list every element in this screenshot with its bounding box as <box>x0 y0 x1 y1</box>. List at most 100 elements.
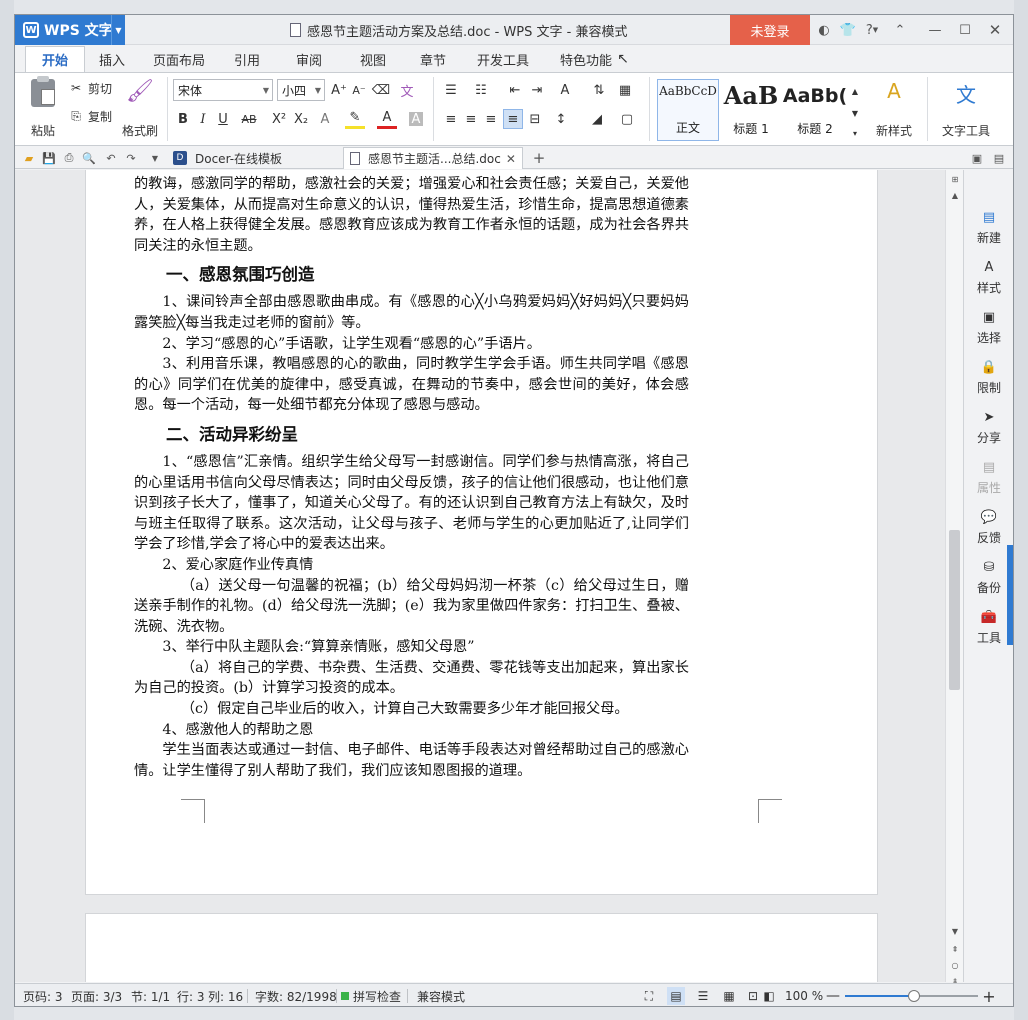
side-panel-expand-handle[interactable] <box>1007 545 1013 645</box>
text-tools-button[interactable]: 文 文字工具 <box>933 79 999 139</box>
web-view-icon[interactable]: ▦ <box>721 984 737 1006</box>
style-normal[interactable]: AaBbCcD 正文 <box>657 79 719 141</box>
close-tab-icon[interactable]: ✕ <box>506 152 516 166</box>
zoom-level[interactable]: 100 % <box>785 984 823 1006</box>
tab-switch-icon[interactable]: ▤ <box>991 150 1007 166</box>
redo-icon[interactable]: ↷ <box>123 150 139 166</box>
zoom-out-icon[interactable]: — <box>826 984 840 1006</box>
copy-button[interactable]: ⎘ 复制 <box>67 107 112 125</box>
print-preview-icon[interactable]: 🔍 <box>81 150 97 166</box>
eye-protect-icon[interactable]: ◧ <box>761 984 777 1006</box>
spell-check-toggle[interactable]: 拼写检查 <box>341 984 401 1006</box>
scroll-down-icon[interactable]: ▼ <box>946 924 964 938</box>
skin-icon[interactable]: ◐ <box>815 15 833 45</box>
ruler-toggle-icon[interactable]: ⊞ <box>946 172 964 186</box>
chevron-down-icon[interactable]: ▼ <box>111 15 125 45</box>
paste-button[interactable]: 粘贴 <box>23 76 63 139</box>
align-left-icon[interactable]: ≡ <box>441 109 461 129</box>
side-panel-item[interactable]: ➤ 分享 <box>964 402 1013 446</box>
shirt-icon[interactable]: 👕 <box>839 15 857 45</box>
login-button[interactable]: 未登录 <box>730 15 810 45</box>
status-row[interactable]: 行: 3 <box>177 984 205 1006</box>
new-style-button[interactable]: A 新样式 <box>867 79 921 139</box>
save-icon[interactable]: 💾 <box>41 150 57 166</box>
cut-button[interactable]: ✂ 剪切 <box>67 79 112 97</box>
font-color-icon[interactable]: A <box>377 109 397 129</box>
side-panel-item[interactable]: 🔒 限制 <box>964 352 1013 396</box>
maximize-icon[interactable]: ☐ <box>955 15 975 45</box>
side-panel-item[interactable]: ▤ 属性 <box>964 452 1013 496</box>
page-view-icon[interactable]: ▤ <box>667 987 685 1005</box>
grow-font-icon[interactable]: A⁺ <box>329 80 349 100</box>
strikethrough-icon[interactable]: AB <box>239 109 259 129</box>
superscript-icon[interactable]: X² <box>269 109 289 129</box>
tab-home[interactable]: 开始 <box>25 46 85 72</box>
align-center-icon[interactable]: ≡ <box>461 109 481 129</box>
tab-insert[interactable]: 插入 <box>87 46 137 72</box>
side-panel-item[interactable]: ▤ 新建 <box>964 202 1013 246</box>
scrollbar-thumb[interactable] <box>949 530 960 690</box>
tab-view[interactable]: 视图 <box>351 46 395 72</box>
minimize-icon[interactable]: — <box>925 15 945 45</box>
browse-object-icon[interactable]: ○ <box>946 958 964 972</box>
open-folder-icon[interactable]: ▰ <box>21 150 37 166</box>
wps-menu-button[interactable]: W WPS 文字 ▼ <box>15 15 125 45</box>
styles-scroll-down-icon[interactable]: ▼ <box>849 103 861 123</box>
document-workspace[interactable]: 的教诲，感激同学的帮助，感激社会的关爱；增强爱心和社会责任感；关爱自己，关爱他人… <box>15 170 963 982</box>
phonetic-icon[interactable]: 文 <box>397 80 417 100</box>
doc-tab-docer[interactable]: D Docer-在线模板 <box>167 147 288 169</box>
align-right-icon[interactable]: ≡ <box>481 109 501 129</box>
style-heading-2[interactable]: AaBb( 标题 2 <box>783 79 847 141</box>
bullets-icon[interactable]: ☰ <box>441 80 461 100</box>
subscript-icon[interactable]: X₂ <box>291 109 311 129</box>
text-effect-icon[interactable]: A <box>315 109 335 129</box>
print-icon[interactable]: ⎙ <box>61 150 77 166</box>
doc-tab-current[interactable]: 感恩节主题活...总结.doc ✕ <box>343 147 523 169</box>
tab-chapter[interactable]: 章节 <box>411 46 455 72</box>
font-name-select[interactable]: 宋体 ▼ <box>173 79 273 101</box>
reading-view-icon[interactable]: ⊡ <box>745 984 761 1006</box>
status-col[interactable]: 列: 16 <box>208 984 243 1006</box>
zoom-in-icon[interactable]: + <box>982 984 995 1006</box>
full-screen-icon[interactable]: ⛶ <box>641 984 657 1006</box>
tab-page-layout[interactable]: 页面布局 <box>147 46 211 72</box>
outline-view-icon[interactable]: ☰ <box>695 984 711 1006</box>
tab-features[interactable]: 特色功能 <box>549 46 623 72</box>
scroll-up-icon[interactable]: ▲ <box>946 188 964 202</box>
tab-developer[interactable]: 开发工具 <box>467 46 539 72</box>
undo-icon[interactable]: ↶ <box>103 150 119 166</box>
document-body[interactable]: 的教诲，感激同学的帮助，感激社会的关爱；增强爱心和社会责任感；关爱自己，关爱他人… <box>134 174 689 781</box>
highlight-icon[interactable]: ✎ <box>345 109 365 129</box>
side-panel-item[interactable]: ▣ 选择 <box>964 302 1013 346</box>
bold-icon[interactable]: B <box>173 109 193 129</box>
help-button[interactable]: ? ▼ <box>861 15 883 45</box>
prev-page-icon[interactable]: ⇞ <box>946 942 964 956</box>
status-page-code[interactable]: 页码: 3 <box>23 984 63 1006</box>
zoom-slider[interactable] <box>845 990 978 1002</box>
tab-references[interactable]: 引用 <box>225 46 269 72</box>
clear-format-icon[interactable]: ⌫ <box>371 80 391 100</box>
collapse-ribbon-icon[interactable]: ⌃ <box>890 15 910 45</box>
borders-icon[interactable]: ▢ <box>617 109 637 129</box>
italic-icon[interactable]: I <box>193 109 213 129</box>
decrease-indent-icon[interactable]: ⇤ <box>505 80 525 100</box>
status-word-count[interactable]: 字数: 82/1998 <box>255 984 337 1006</box>
increase-indent-icon[interactable]: ⇥ <box>527 80 547 100</box>
distribute-icon[interactable]: ⊟ <box>525 109 545 129</box>
styles-more-icon[interactable]: ▾ <box>849 123 861 143</box>
line-spacing-icon[interactable]: ↕ <box>551 109 571 129</box>
styles-scroll-up-icon[interactable]: ▲ <box>849 81 861 101</box>
close-icon[interactable]: ✕ <box>985 15 1005 45</box>
new-tab-icon[interactable]: + <box>531 149 547 167</box>
vertical-scrollbar[interactable]: ⊞ ▲ ▼ ⇞ ○ ⇟ <box>945 170 964 986</box>
status-section[interactable]: 节: 1/1 <box>131 984 170 1006</box>
shading-icon[interactable]: ◢ <box>587 109 607 129</box>
side-panel-item[interactable]: A 样式 <box>964 252 1013 296</box>
chinese-layout-icon[interactable]: A <box>555 80 575 100</box>
customize-chevron-icon[interactable]: ▼ <box>147 150 163 166</box>
format-painter-button[interactable]: 🖌 格式刷 <box>119 79 161 139</box>
shrink-font-icon[interactable]: A⁻ <box>349 80 369 100</box>
char-shading-icon[interactable]: A <box>409 112 423 127</box>
justify-icon[interactable]: ≡ <box>503 109 523 129</box>
side-panel-item[interactable]: 💬 反馈 <box>964 502 1013 546</box>
